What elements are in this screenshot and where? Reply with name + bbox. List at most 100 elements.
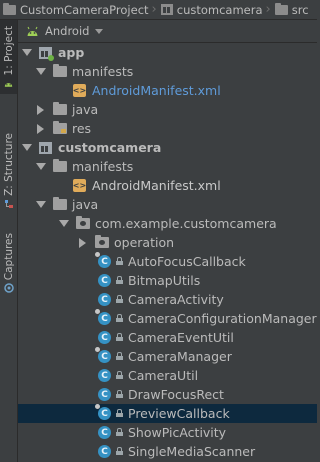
android-icon [4,82,13,87]
tool-window-strip: 1: Project Z: Structure Captures [0,20,18,462]
lock-icon [116,371,123,379]
lock-icon [116,390,123,398]
tree-node-app-java[interactable]: java [18,100,317,119]
tree-node-app[interactable]: app [18,43,317,62]
tree-node-label: SingleMediaScanner [128,444,256,459]
tree-class-row[interactable]: C CameraConfigurationManager [18,309,317,328]
breadcrumb-label: src [291,2,309,17]
view-selector-label: Android [45,24,90,38]
lock-icon [116,333,123,341]
tree-node-label: res [72,121,92,136]
tree-node-module-manifests[interactable]: manifests [18,157,317,176]
tree-node-app-manifests[interactable]: manifests [18,62,317,81]
tree-class-row[interactable]: C CameraEventUtil [18,328,317,347]
lock-icon [116,295,123,303]
tree-class-row[interactable]: C CameraUtil [18,366,317,385]
expand-arrow-icon[interactable] [35,123,46,134]
pin-icon [95,309,100,314]
expand-arrow-icon[interactable] [21,47,32,58]
chevron-down-icon [95,28,104,34]
pin-icon [95,252,100,257]
lock-icon [116,428,123,436]
tree-node-label: AutoFocusCallback [128,254,246,269]
breadcrumb: CustomCameraProject › customcamera › src [0,0,317,20]
breadcrumb-item-project[interactable]: CustomCameraProject [0,2,151,17]
tree-class-row[interactable]: C CameraManager [18,347,317,366]
tree-node-label: app [58,45,85,60]
expand-arrow-icon[interactable] [35,104,46,115]
class-icon: C [98,445,111,458]
tree-node-label: manifests [72,64,134,79]
tree-node-label: java [72,102,99,117]
folder-icon [53,102,67,115]
expand-arrow-icon[interactable] [58,218,69,229]
project-view-selector[interactable]: Android [18,20,317,43]
folder-icon [3,2,16,15]
class-icon: C [98,331,111,344]
tree-node-customcamera[interactable]: customcamera [18,138,317,157]
tree-class-row[interactable]: C CameraActivity [18,290,317,309]
tab-captures[interactable]: Captures [0,228,17,298]
tree-class-row[interactable]: C AutoFocusCallback [18,252,317,271]
folder-icon [53,64,67,77]
tree-node-label: manifests [72,159,134,174]
tab-project-label: 1: Project [2,26,15,76]
tab-structure[interactable]: Z: Structure [0,128,17,214]
tree-node-module-java[interactable]: java [18,195,317,214]
class-icon: C [98,426,111,439]
chevron-right-icon: › [265,2,271,17]
app-module-icon [39,46,54,61]
tree-node-label: CameraManager [128,349,232,364]
expand-arrow-icon[interactable] [77,237,88,248]
android-icon [27,26,38,36]
package-icon [95,235,109,248]
expand-arrow-icon[interactable] [35,66,46,77]
pin-icon [95,404,100,409]
tab-structure-label: Z: Structure [2,133,15,196]
module-icon [160,4,173,15]
tree-class-row[interactable]: C BitmapUtils [18,271,317,290]
class-icon: C [95,347,111,363]
tree-node-package[interactable]: com.example.customcamera [18,214,317,233]
tree-node-label: AndroidManifest.xml [92,83,221,98]
tree-node-label: CameraUtil [128,368,199,383]
tree-node-app-res[interactable]: res [18,119,317,138]
folder-icon [274,2,288,15]
tab-captures-label: Captures [2,232,15,281]
expand-arrow-icon[interactable] [35,161,46,172]
resource-folder-icon [53,121,67,134]
class-icon: C [95,309,111,325]
captures-icon [3,283,14,293]
expand-arrow-icon[interactable] [21,142,32,153]
tree-node-label: CameraConfigurationManager [128,311,317,326]
manifest-file-icon: <> [72,84,87,97]
breadcrumb-label: customcamera [176,2,263,17]
breadcrumb-item-src[interactable]: src [272,2,311,17]
tree-node-operation[interactable]: operation [18,233,317,252]
tree-node-label: ShowPicActivity [128,425,227,440]
tree-class-row-selected[interactable]: C PreviewCallback [18,404,317,423]
lock-icon [116,314,123,322]
breadcrumb-item-module[interactable]: customcamera [158,3,265,17]
tree-class-row[interactable]: C DrawFocusRect [18,385,317,404]
expand-arrow-icon[interactable] [35,199,46,210]
tree-node-label: operation [114,235,175,250]
class-icon: C [95,404,111,420]
tree-node-app-manifest-file[interactable]: <> AndroidManifest.xml [18,81,317,100]
project-tree: app manifests <> AndroidManifest.xml jav… [18,43,317,462]
manifest-file-icon: <> [72,179,87,192]
class-icon: C [98,293,111,306]
folder-icon [53,159,67,172]
tree-node-module-manifest-file[interactable]: <> AndroidManifest.xml [18,176,317,195]
tree-node-label: AndroidManifest.xml [92,178,221,193]
tree-class-row[interactable]: C SingleMediaScanner [18,442,317,461]
tab-project[interactable]: 1: Project [0,20,17,94]
lock-icon [116,257,123,265]
library-module-icon [39,141,52,154]
pin-icon [95,347,100,352]
folder-icon [53,197,67,210]
tree-class-row[interactable]: C ShowPicActivity [18,423,317,442]
class-icon: C [95,252,111,268]
lock-icon [116,447,123,455]
tree-node-label: com.example.customcamera [95,216,277,231]
